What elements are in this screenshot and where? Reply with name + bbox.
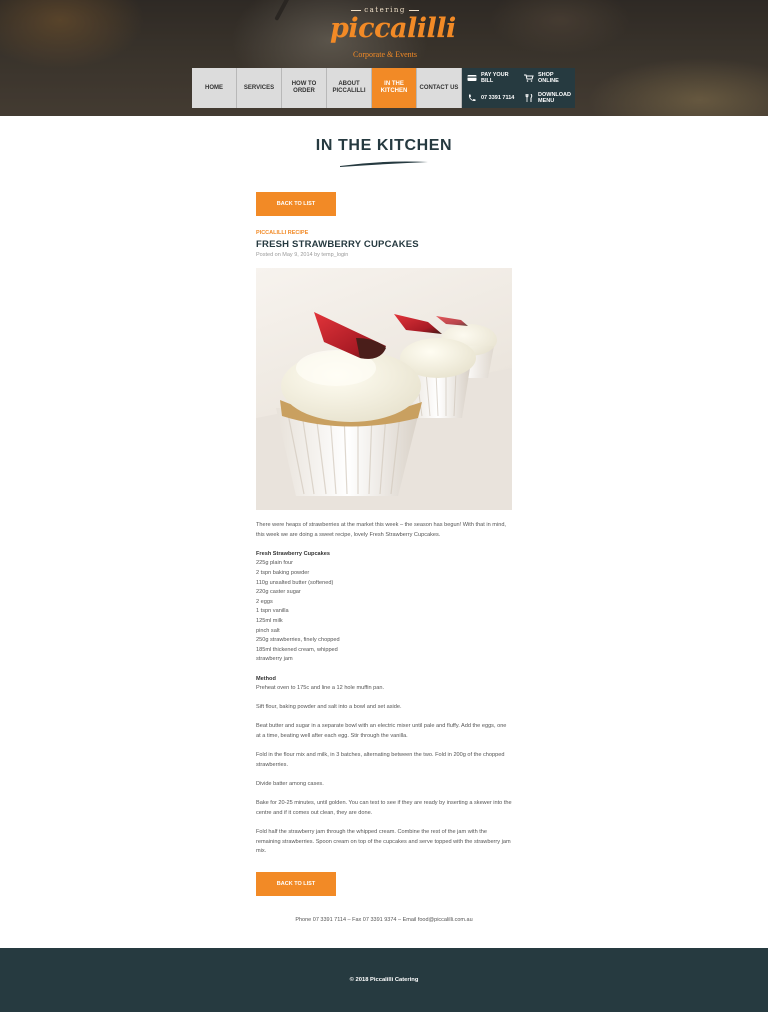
- footer-copyright: © 2018 Piccalilli Catering: [349, 977, 419, 983]
- method-section: Method Preheat oven to 175c and line a 1…: [256, 675, 512, 857]
- phone-number: 07 3391 7114: [481, 95, 515, 101]
- main-nav: HOME SERVICES HOW TO ORDER ABOUT PICCALI…: [192, 68, 575, 108]
- download-menu-label: DOWNLOAD MENU: [538, 92, 571, 104]
- ingredient-item: 250g strawberries, finely chopped: [256, 637, 340, 644]
- nav-item-label: IN THE KITCHEN: [380, 81, 408, 94]
- ingredients-section: Fresh Strawberry Cupcakes 225g plain fou…: [256, 550, 512, 665]
- nav-quick-links: PAY YOUR BILL SHOP ONLINE 07 3391 7114 D…: [462, 68, 575, 108]
- nav-item-how-to-order[interactable]: HOW TO ORDER: [282, 68, 327, 108]
- method-step: Fold half the strawberry jam through the…: [256, 829, 511, 855]
- back-to-list-button-top[interactable]: BACK TO LIST: [256, 192, 336, 216]
- ingredient-item: strawberry jam: [256, 656, 293, 663]
- cutlery-icon: [524, 94, 534, 102]
- nav-item-services[interactable]: SERVICES: [237, 68, 282, 108]
- nav-item-home[interactable]: HOME: [192, 68, 237, 108]
- logo-tagline: Corporate & Events: [353, 50, 417, 59]
- nav-item-label: ABOUT PICCALILLI: [332, 81, 366, 94]
- post-header: PICCALILLI RECIPE FRESH STRAWBERRY CUPCA…: [256, 230, 512, 258]
- ingredient-item: 110g unsalted butter (softened): [256, 579, 334, 586]
- brand-logo[interactable]: catering piccalilli Corporate & Events: [330, 4, 456, 64]
- ingredients-heading: Fresh Strawberry Cupcakes: [256, 550, 330, 557]
- ingredients-list: 225g plain four 2 tspn baking powder 110…: [256, 559, 512, 665]
- phone-icon: [467, 94, 477, 102]
- post-body: There were heaps of strawberries at the …: [256, 521, 512, 866]
- method-step: Preheat oven to 175c and line a 12 hole …: [256, 685, 385, 692]
- phone-link[interactable]: 07 3391 7114: [462, 88, 519, 108]
- back-to-list-label: BACK TO LIST: [276, 201, 316, 207]
- cart-icon: [524, 74, 534, 82]
- post-meta: Posted on May 9, 2014 by temp_login: [256, 252, 349, 258]
- method-heading: Method: [256, 675, 276, 682]
- nav-item-label: CONTACT US: [419, 84, 459, 91]
- nav-item-label: HOME: [205, 84, 223, 91]
- download-menu-link[interactable]: DOWNLOAD MENU: [519, 88, 575, 108]
- page-title: IN THE KITCHEN: [315, 137, 453, 154]
- method-step: Beat butter and sugar in a separate bowl…: [256, 723, 507, 740]
- hero-header: catering piccalilli Corporate & Events H…: [0, 0, 768, 116]
- post-image-cupcakes: [256, 268, 512, 510]
- card-icon: [467, 74, 477, 82]
- ingredient-item: 1 tspn vanilla: [256, 608, 289, 615]
- ingredient-item: 2 tspn baking powder: [256, 569, 310, 576]
- ingredient-item: 185ml thickened cream, whipped: [256, 646, 338, 653]
- pay-bill-label: PAY YOUR BILL: [481, 72, 509, 84]
- ingredient-item: 125ml milk: [256, 617, 283, 624]
- contact-details: Phone 07 3391 7114 – Fax 07 3391 9374 – …: [295, 917, 473, 923]
- ingredient-item: 220g caster sugar: [256, 589, 301, 596]
- nav-item-about[interactable]: ABOUT PICCALILLI: [327, 68, 372, 108]
- pay-bill-link[interactable]: PAY YOUR BILL: [462, 68, 519, 88]
- method-step: Divide batter among cases.: [256, 781, 324, 788]
- shop-online-link[interactable]: SHOP ONLINE: [519, 68, 575, 88]
- site-footer: © 2018 Piccalilli Catering: [0, 948, 768, 1012]
- ingredient-item: 2 eggs: [256, 598, 273, 605]
- back-to-list-label: BACK TO LIST: [276, 881, 316, 887]
- title-underline-swash: [340, 161, 428, 167]
- nav-item-label: HOW TO ORDER: [291, 81, 317, 94]
- nav-item-in-the-kitchen[interactable]: IN THE KITCHEN: [372, 68, 417, 108]
- method-step: Sift flour, baking powder and salt into …: [256, 704, 402, 711]
- logo-wordmark: piccalilli: [330, 13, 456, 44]
- nav-item-contact[interactable]: CONTACT US: [417, 68, 462, 108]
- method-step: Bake for 20-25 minutes, until golden. Yo…: [256, 800, 512, 816]
- shop-online-label: SHOP ONLINE: [538, 72, 559, 84]
- nav-item-label: SERVICES: [243, 84, 275, 91]
- method-step: Fold in the flour mix and milk, in 3 bat…: [256, 752, 505, 768]
- ingredient-item: 225g plain four: [256, 560, 294, 567]
- post-category[interactable]: PICCALILLI RECIPE: [256, 230, 512, 236]
- ingredient-item: pinch salt: [256, 627, 280, 634]
- post-title: FRESH STRAWBERRY CUPCAKES: [256, 239, 419, 250]
- post-intro: There were heaps of strawberries at the …: [256, 522, 506, 538]
- back-to-list-button-bottom[interactable]: BACK TO LIST: [256, 872, 336, 896]
